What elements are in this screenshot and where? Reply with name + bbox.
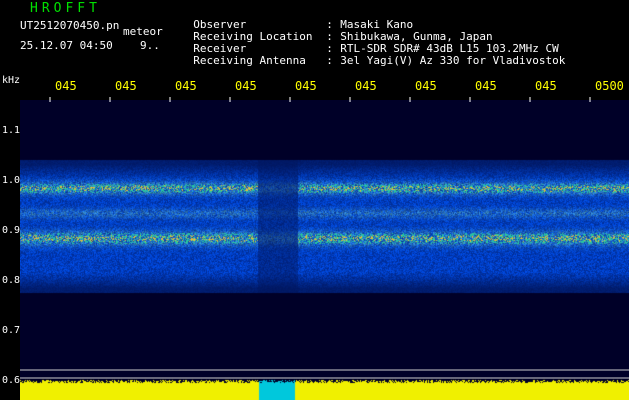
grid-overlay [20, 97, 629, 379]
